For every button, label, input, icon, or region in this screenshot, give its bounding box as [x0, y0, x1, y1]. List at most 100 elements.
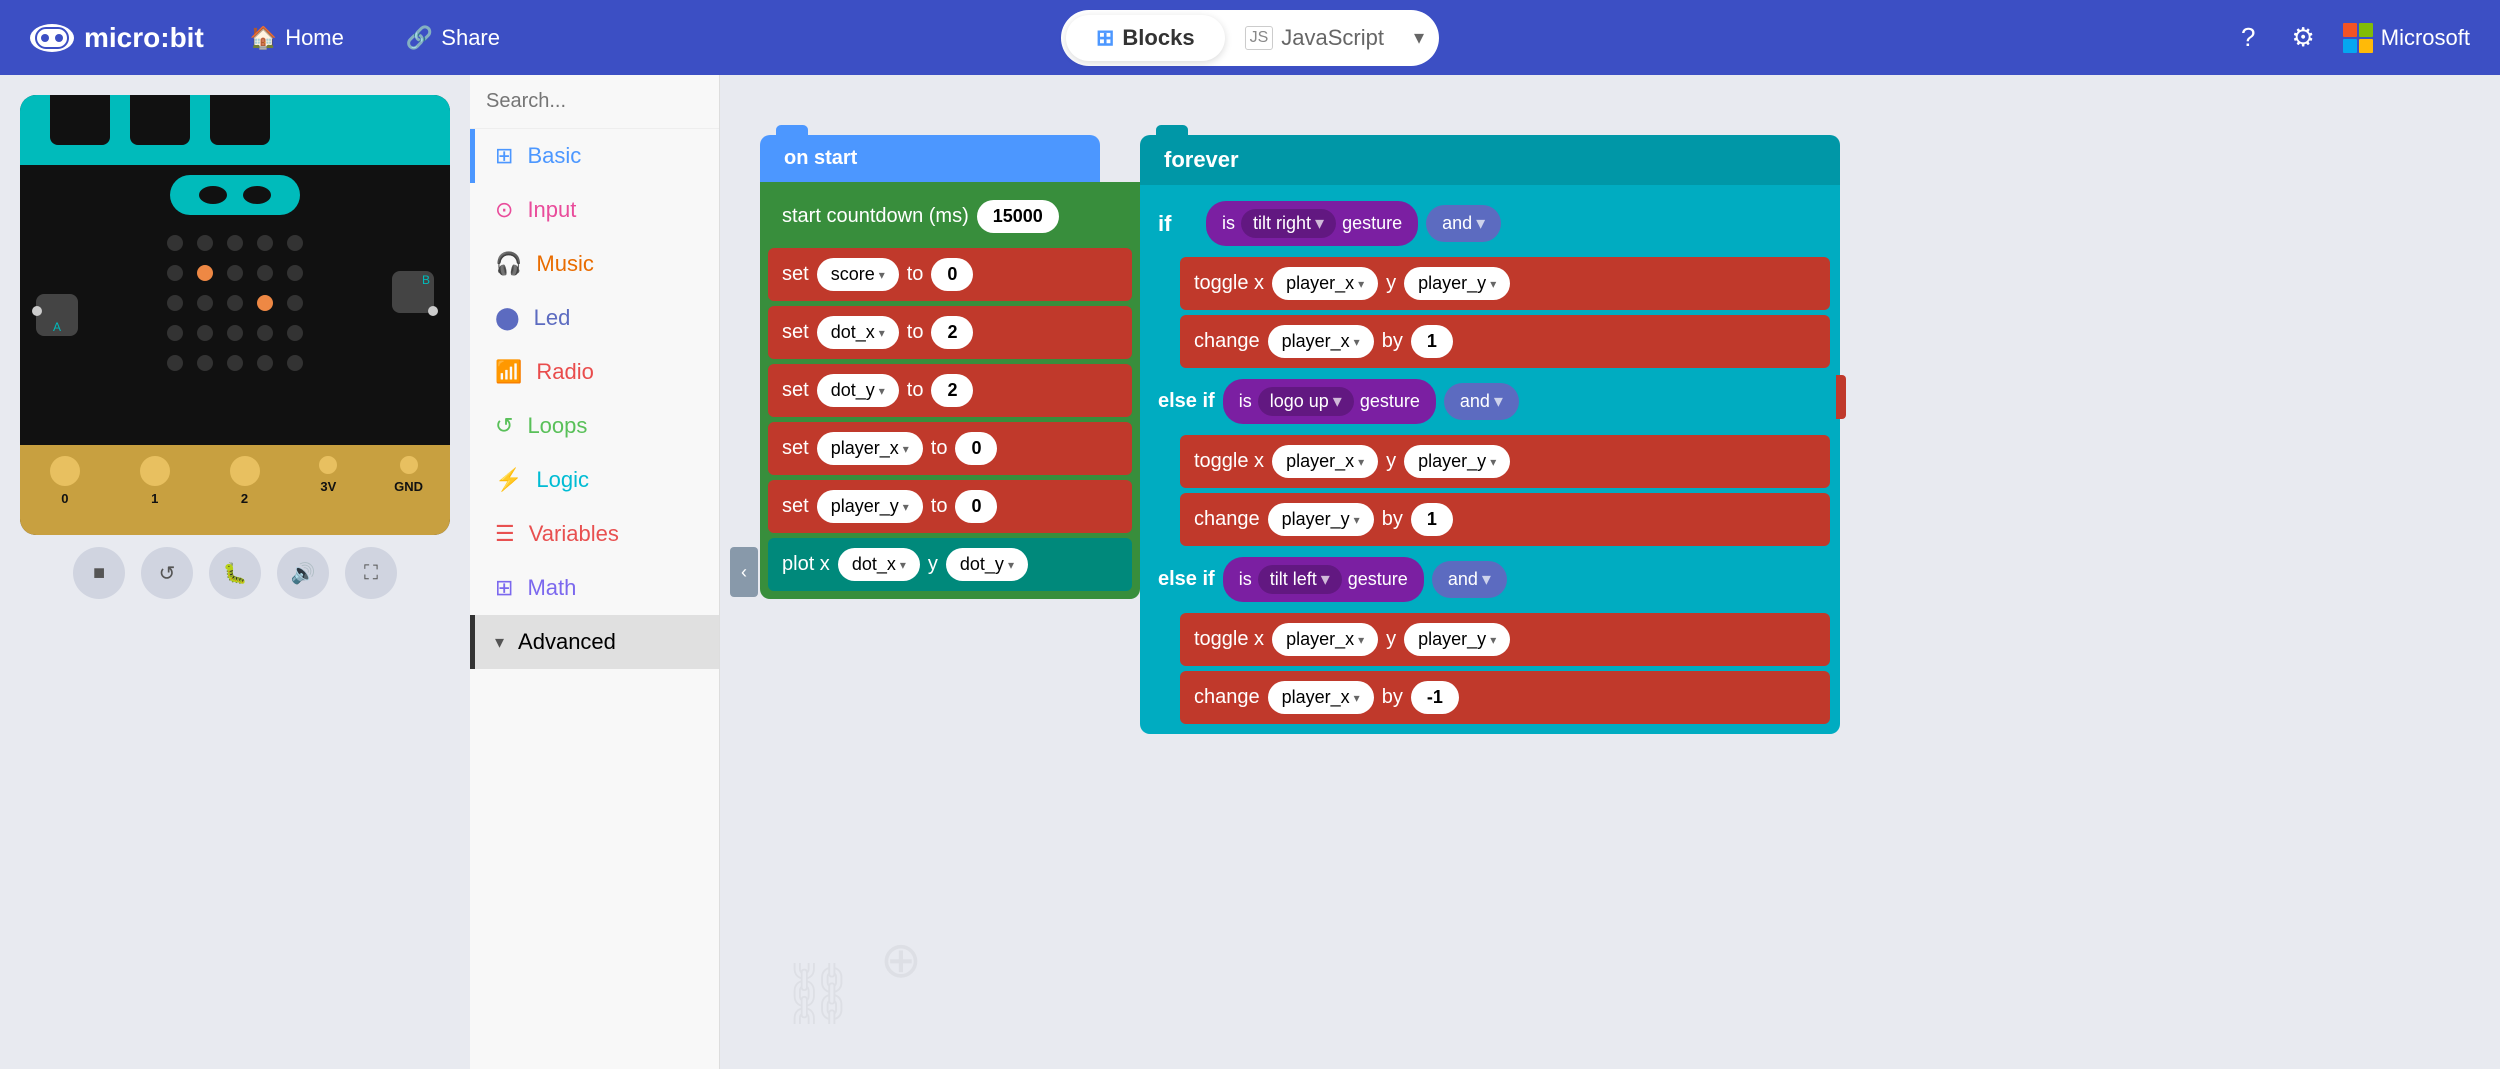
search-input[interactable]	[486, 90, 751, 113]
toolbox-logic[interactable]: ⚡ Logic	[470, 453, 719, 507]
settings-button[interactable]: ⚙	[2283, 14, 2322, 61]
on-start-container: on start start countdown (ms) 15000 set …	[760, 135, 1140, 599]
toolbox-music[interactable]: 🎧 Music	[470, 237, 719, 291]
stop-button[interactable]: ■	[73, 547, 125, 599]
and-block-2[interactable]: and ▾	[1444, 383, 1519, 420]
score-dropdown[interactable]: score ▾	[817, 258, 899, 291]
set-doty-block[interactable]: set dot_y ▾ to 2	[768, 364, 1132, 417]
toolbox-radio[interactable]: 📶 Radio	[470, 345, 719, 399]
restart-button[interactable]: ↺	[141, 547, 193, 599]
set-dotx-block[interactable]: set dot_x ▾ to 2	[768, 306, 1132, 359]
and-block-1[interactable]: and ▾	[1426, 205, 1501, 242]
dotx-dropdown[interactable]: dot_x ▾	[817, 316, 899, 349]
js-icon: JS	[1245, 26, 1274, 50]
toggle-block-3[interactable]: toggle x player_x ▾ y player_y ▾	[1180, 613, 1830, 666]
toolbox-loops[interactable]: ↺ Loops	[470, 399, 719, 453]
plot-y-dropdown[interactable]: dot_y ▾	[946, 548, 1028, 581]
change-y-dropdown-2[interactable]: player_y ▾	[1268, 503, 1374, 536]
toolbox-math[interactable]: ⊞ Math	[470, 561, 719, 615]
set-doty-label: set	[782, 379, 809, 402]
condition-tilt-right[interactable]: is tilt right ▾ gesture	[1206, 201, 1418, 246]
doty-value[interactable]: 2	[931, 374, 973, 407]
toggle-y-dropdown-3[interactable]: player_y ▾	[1404, 623, 1510, 656]
led-1-1	[197, 265, 213, 281]
toolbox-input[interactable]: ⊙ Input	[470, 183, 719, 237]
math-label: Math	[527, 575, 576, 601]
countdown-block[interactable]: start countdown (ms) 15000	[768, 190, 1132, 243]
dotx-value[interactable]: 2	[931, 316, 973, 349]
condition-logo-up[interactable]: is logo up ▾ gesture	[1223, 379, 1436, 424]
countdown-value[interactable]: 15000	[977, 200, 1059, 233]
led-4-1	[197, 355, 213, 371]
simulator-panel: A B 0 1 2	[0, 75, 470, 1069]
plot-y-label: y	[928, 553, 938, 576]
playerx-dropdown[interactable]: player_x ▾	[817, 432, 923, 465]
help-button[interactable]: ?	[2233, 14, 2263, 61]
led-3-0	[167, 325, 183, 341]
toggle-x-dropdown-2[interactable]: player_x ▾	[1272, 445, 1378, 478]
and-block-3[interactable]: and ▾	[1432, 561, 1507, 598]
and-dropdown-1[interactable]: ▾	[1476, 213, 1485, 234]
playery-dropdown[interactable]: player_y ▾	[817, 490, 923, 523]
plot-x-dropdown[interactable]: dot_x ▾	[838, 548, 920, 581]
on-start-hat[interactable]: on start	[760, 135, 1100, 182]
ms-squares-icon	[2343, 23, 2373, 53]
to-label-dotx: to	[907, 321, 924, 344]
plot-label: plot x	[782, 553, 830, 576]
toolbox-advanced[interactable]: ▾ Advanced	[470, 615, 719, 669]
mode-chevron[interactable]: ▾	[1404, 15, 1434, 60]
change-x-value-3[interactable]: -1	[1411, 681, 1459, 714]
toolbox-variables[interactable]: ☰ Variables	[470, 507, 719, 561]
score-value[interactable]: 0	[931, 258, 973, 291]
elseif-label-3: else if	[1158, 568, 1215, 591]
toolbox-basic[interactable]: ⊞ Basic	[470, 129, 719, 183]
set-playerx-block[interactable]: set player_x ▾ to 0	[768, 422, 1132, 475]
logo-up-dropdown[interactable]: logo up ▾	[1258, 387, 1354, 416]
javascript-tab[interactable]: JS JavaScript	[1225, 15, 1404, 61]
change-block-1[interactable]: change player_x ▾ by 1	[1180, 315, 1830, 368]
tilt-left-dropdown[interactable]: tilt left ▾	[1258, 565, 1342, 594]
change-x-dropdown-1[interactable]: player_x ▾	[1268, 325, 1374, 358]
home-button[interactable]: 🏠 Home	[234, 17, 360, 59]
led-3-2	[227, 325, 243, 341]
debug-button[interactable]: 🐛	[209, 547, 261, 599]
search-bar: 🔍	[470, 75, 719, 129]
elseif-label-2: else if	[1158, 390, 1215, 413]
fullscreen-button[interactable]: ⛶	[345, 547, 397, 599]
change-x-value-1[interactable]: 1	[1411, 325, 1453, 358]
toggle-block-1[interactable]: toggle x player_x ▾ y player_y ▾	[1180, 257, 1830, 310]
pin-2: 2	[227, 453, 263, 506]
forever-hat[interactable]: forever	[1140, 135, 1840, 185]
red-edge-indicator	[1836, 375, 1846, 419]
radio-icon: 📶	[495, 359, 522, 385]
toolbox-collapse-toggle[interactable]: ‹	[730, 547, 758, 597]
set-playery-block[interactable]: set player_y ▾ to 0	[768, 480, 1132, 533]
toggle-x-dropdown-3[interactable]: player_x ▾	[1272, 623, 1378, 656]
forever-container: forever if is tilt right ▾ gesture and ▾	[1140, 135, 1840, 734]
change-block-2[interactable]: change player_y ▾ by 1	[1180, 493, 1830, 546]
plot-block[interactable]: plot x dot_x ▾ y dot_y ▾	[768, 538, 1132, 591]
toolbox-led[interactable]: ⬤ Led	[470, 291, 719, 345]
toggle-x-dropdown-1[interactable]: player_x ▾	[1272, 267, 1378, 300]
music-label: Music	[536, 251, 593, 277]
condition-tilt-left[interactable]: is tilt left ▾ gesture	[1223, 557, 1424, 602]
set-score-block[interactable]: set score ▾ to 0	[768, 248, 1132, 301]
toggle-block-2[interactable]: toggle x player_x ▾ y player_y ▾	[1180, 435, 1830, 488]
playery-value[interactable]: 0	[955, 490, 997, 523]
and-dropdown-3[interactable]: ▾	[1482, 569, 1491, 590]
change-block-3[interactable]: change player_x ▾ by -1	[1180, 671, 1830, 724]
playerx-value[interactable]: 0	[955, 432, 997, 465]
tilt-right-dropdown[interactable]: tilt right ▾	[1241, 209, 1336, 238]
button-a[interactable]: A	[36, 294, 78, 336]
doty-dropdown[interactable]: dot_y ▾	[817, 374, 899, 407]
change-y-value-2[interactable]: 1	[1411, 503, 1453, 536]
share-button[interactable]: 🔗 Share	[390, 17, 516, 59]
blocks-tab[interactable]: ⊞ Blocks	[1066, 15, 1225, 61]
toggle-y-dropdown-1[interactable]: player_y ▾	[1404, 267, 1510, 300]
sound-button[interactable]: 🔊	[277, 547, 329, 599]
and-dropdown-2[interactable]: ▾	[1494, 391, 1503, 412]
toggle-label-2: toggle x	[1194, 450, 1264, 473]
change-x-dropdown-3[interactable]: player_x ▾	[1268, 681, 1374, 714]
button-b[interactable]: B	[392, 271, 434, 313]
toggle-y-dropdown-2[interactable]: player_y ▾	[1404, 445, 1510, 478]
